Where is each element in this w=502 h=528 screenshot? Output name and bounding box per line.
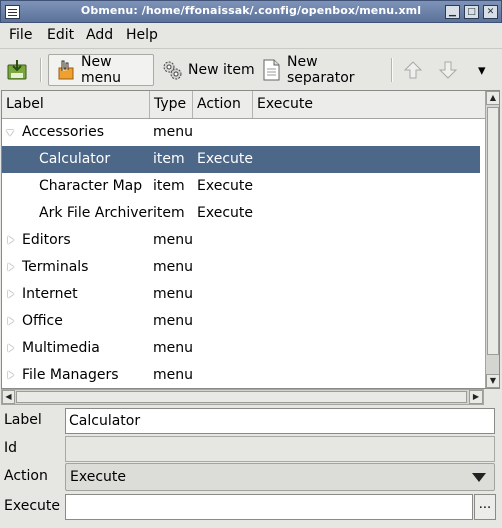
close-button[interactable]: ✕ <box>483 5 498 19</box>
scroll-left-arrow[interactable]: ◀ <box>2 390 15 404</box>
tree-row[interactable]: Accessories menu <box>2 119 480 146</box>
row-type: menu <box>153 232 193 248</box>
column-execute-header[interactable]: Execute <box>253 91 485 118</box>
column-action-header[interactable]: Action <box>193 91 253 118</box>
move-down-button[interactable] <box>437 54 461 86</box>
expander-closed-icon[interactable] <box>8 371 14 379</box>
row-label: File Managers <box>22 367 119 383</box>
row-action: Execute <box>197 178 253 194</box>
save-icon <box>6 59 28 81</box>
row-label: Ark File Archiver <box>39 205 153 221</box>
menu-tree[interactable]: Label Type Action Execute Accessories me… <box>1 90 500 389</box>
dropdown-arrow-icon <box>472 473 486 482</box>
tree-row[interactable]: Editors menu <box>2 227 480 254</box>
column-label-header[interactable]: Label <box>2 91 150 118</box>
expander-closed-icon[interactable] <box>8 317 14 325</box>
horizontal-scroll-thumb[interactable] <box>16 391 467 403</box>
tree-row[interactable]: Character Map item Execute <box>2 173 480 200</box>
row-label: Internet <box>22 286 78 302</box>
menubar: File Edit Add Help <box>0 23 502 49</box>
row-label: Terminals <box>22 259 89 275</box>
tree-row[interactable]: Terminals menu <box>2 254 480 281</box>
tree-row[interactable]: Ark File Archiver item Execute <box>2 200 480 227</box>
row-label: Editors <box>22 232 71 248</box>
scroll-right-arrow[interactable]: ▶ <box>469 390 483 404</box>
row-label: Office <box>22 313 63 329</box>
column-type-header[interactable]: Type <box>150 91 193 118</box>
new-menu-label: New menu <box>81 54 121 86</box>
new-separator-label: New separator <box>287 54 355 86</box>
maximize-button[interactable]: □ <box>464 5 479 19</box>
expander-closed-icon[interactable] <box>8 344 14 352</box>
gears-icon <box>161 59 183 81</box>
action-caption: Action <box>4 468 48 484</box>
row-type: menu <box>153 124 193 140</box>
row-type: item <box>153 205 185 221</box>
tree-row[interactable]: Internet menu <box>2 281 480 308</box>
browse-button[interactable]: ... <box>474 494 496 520</box>
tree-row[interactable]: File Managers menu <box>2 362 480 388</box>
menu-file[interactable]: File <box>9 27 32 43</box>
row-action: Execute <box>197 205 253 221</box>
arrow-up-icon <box>402 59 424 81</box>
horizontal-scrollbar[interactable]: ◀ ▶ <box>1 389 484 405</box>
menu-add[interactable]: Add <box>86 27 113 43</box>
tree-row[interactable]: Multimedia menu <box>2 335 480 362</box>
title-bar: Obmenu: /home/ffonaissak/.config/openbox… <box>0 0 502 23</box>
tree-header: Label Type Action Execute <box>2 91 485 119</box>
expander-open-icon[interactable] <box>6 130 14 136</box>
new-menu-icon <box>54 59 76 81</box>
label-caption: Label <box>4 412 42 428</box>
action-select[interactable]: Execute <box>65 463 495 491</box>
id-field[interactable] <box>65 436 495 462</box>
execute-field[interactable] <box>65 494 473 520</box>
vertical-scrollbar[interactable]: ▲ ▼ <box>485 91 499 388</box>
execute-caption: Execute <box>4 498 60 514</box>
row-type: menu <box>153 286 193 302</box>
new-separator-button[interactable]: New separator <box>260 54 385 86</box>
new-item-button[interactable]: New item <box>161 54 256 86</box>
menu-edit[interactable]: Edit <box>47 27 74 43</box>
toolbar-separator <box>40 58 42 82</box>
minimize-button[interactable]: ▁ <box>445 5 460 19</box>
row-type: menu <box>153 259 193 275</box>
document-icon <box>260 59 282 81</box>
scroll-up-arrow[interactable]: ▲ <box>486 91 499 105</box>
tree-row[interactable]: Office menu <box>2 308 480 335</box>
toolbar: New menu New item New separator ▾ <box>0 51 502 89</box>
row-action: Execute <box>197 151 253 167</box>
row-label: Multimedia <box>22 340 100 356</box>
row-type: menu <box>153 313 193 329</box>
arrow-down-icon <box>437 59 459 81</box>
expander-closed-icon[interactable] <box>8 290 14 298</box>
expander-closed-icon[interactable] <box>8 236 14 244</box>
move-up-button[interactable] <box>402 54 426 86</box>
new-menu-button[interactable]: New menu <box>48 54 154 86</box>
tree-row-selected[interactable]: Calculator item Execute <box>2 146 480 173</box>
action-select-value: Execute <box>70 469 126 485</box>
expander-closed-icon[interactable] <box>8 263 14 271</box>
row-type: item <box>153 151 185 167</box>
row-label: Accessories <box>22 124 105 140</box>
label-field[interactable]: Calculator <box>65 408 495 434</box>
row-type: menu <box>153 367 193 383</box>
vertical-scroll-thumb[interactable] <box>487 107 499 355</box>
id-caption: Id <box>4 440 18 456</box>
toolbar-separator <box>391 58 393 82</box>
row-label: Character Map <box>39 178 143 194</box>
scroll-down-arrow[interactable]: ▼ <box>486 374 499 388</box>
toolbar-overflow-button[interactable]: ▾ <box>478 54 492 86</box>
row-label: Calculator <box>39 151 111 167</box>
menu-help[interactable]: Help <box>126 27 158 43</box>
window-title: Obmenu: /home/ffonaissak/.config/openbox… <box>80 4 422 17</box>
new-item-label: New item <box>188 62 255 78</box>
row-type: menu <box>153 340 193 356</box>
row-type: item <box>153 178 185 194</box>
save-button[interactable] <box>6 54 32 86</box>
